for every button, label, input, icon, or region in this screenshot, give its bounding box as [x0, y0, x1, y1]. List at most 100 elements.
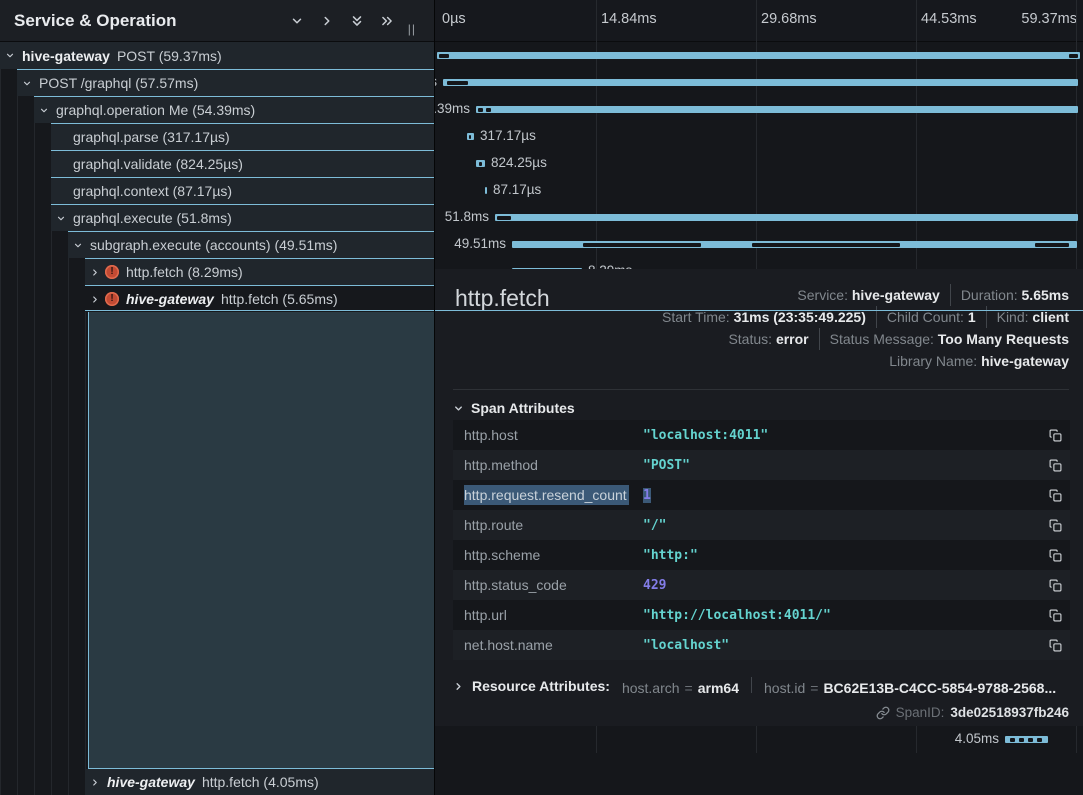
- timeline-row[interactable]: 49.51ms: [435, 231, 1083, 258]
- chevron-down-icon[interactable]: [39, 105, 49, 115]
- span-bar[interactable]: [443, 79, 1078, 86]
- timeline-row[interactable]: [435, 42, 1083, 69]
- overview-field: Service: hive-gateway: [797, 284, 939, 306]
- grid-line: [756, 726, 757, 753]
- tree-row[interactable]: hive-gatewayhttp.fetch (4.05ms): [85, 769, 434, 795]
- axis-tick: 44.53ms: [921, 11, 977, 27]
- span-overview: Service: hive-gatewayDuration: 5.65msSta…: [662, 284, 1069, 372]
- chevron-right-icon[interactable]: [90, 267, 100, 277]
- span-bar[interactable]: [512, 241, 1077, 248]
- expand-all-icon[interactable]: [378, 12, 396, 30]
- span-id-row: SpanID: 3de02518937fb246: [876, 705, 1069, 720]
- column-divider[interactable]: [434, 0, 435, 795]
- indent-guide: [34, 42, 35, 795]
- tree-row[interactable]: graphql.validate (824.25µs): [51, 150, 434, 177]
- operation-name: http.fetch (8.29ms): [126, 264, 243, 280]
- attribute-row: http.status_code429: [453, 570, 1070, 600]
- attribute-row: http.route"/": [453, 510, 1070, 540]
- expander-spacer: [56, 132, 66, 142]
- duration-label: 317.17µs: [480, 128, 536, 143]
- span-bar[interactable]: [476, 160, 485, 167]
- expander-spacer: [56, 159, 66, 169]
- separator: [751, 677, 752, 693]
- axis-tick: 59.37ms: [1021, 11, 1077, 27]
- copy-icon[interactable]: [1040, 519, 1070, 532]
- copy-icon[interactable]: [1040, 579, 1070, 592]
- attribute-value: "/": [643, 518, 1040, 533]
- span-tree: hive-gatewayPOST (59.37ms)POST /graphql …: [0, 42, 434, 795]
- attribute-row: http.url"http://localhost:4011/": [453, 600, 1070, 630]
- overview-field: Status: error: [728, 328, 808, 350]
- chevron-down-icon[interactable]: [73, 240, 83, 250]
- tree-row[interactable]: subgraph.execute (accounts) (49.51ms): [68, 231, 434, 258]
- attribute-key: http.host: [453, 427, 643, 443]
- resource-attributes-row[interactable]: Resource Attributes: host.arch=arm64host…: [453, 673, 1069, 699]
- collapse-one-icon[interactable]: [288, 12, 306, 30]
- timeline-row[interactable]: 317.17µs: [435, 123, 1083, 150]
- span-bar[interactable]: [476, 106, 1078, 113]
- attribute-value: "http:": [643, 548, 1040, 563]
- column-resize-handle[interactable]: ||: [408, 22, 416, 36]
- resource-attributes-pairs: host.arch=arm64host.id=BC62E13B-C4CC-585…: [622, 677, 1056, 696]
- timeline-row[interactable]: 54.39ms: [435, 96, 1083, 123]
- child-span-mark: [1010, 738, 1015, 742]
- chevron-right-icon[interactable]: [90, 294, 100, 304]
- child-span-mark: [497, 216, 511, 220]
- duration-label: 57.57ms: [435, 74, 437, 89]
- timeline-row[interactable]: 57.57ms: [435, 69, 1083, 96]
- tree-row[interactable]: graphql.execute (51.8ms): [51, 204, 434, 231]
- link-icon[interactable]: [876, 706, 890, 720]
- attribute-key: net.host.name: [453, 637, 643, 653]
- duration-label: 824.25µs: [491, 155, 547, 170]
- tree-row[interactable]: graphql.operation Me (54.39ms): [34, 96, 434, 123]
- axis-tick: 14.84ms: [601, 11, 657, 27]
- copy-icon[interactable]: [1040, 609, 1070, 622]
- expand-one-icon[interactable]: [318, 12, 336, 30]
- span-bar[interactable]: [437, 52, 1080, 59]
- timeline-axis: 0µs14.84ms29.68ms44.53ms59.37ms: [435, 0, 1083, 42]
- span-bar[interactable]: [485, 187, 487, 194]
- expander-spacer: [56, 186, 66, 196]
- attribute-row: http.scheme"http:": [453, 540, 1070, 570]
- tree-header-title: Service & Operation: [0, 11, 177, 31]
- chevron-down-icon[interactable]: [22, 78, 32, 88]
- timeline-row[interactable]: 87.17µs: [435, 177, 1083, 204]
- axis-tick: 29.68ms: [761, 11, 817, 27]
- tree-row[interactable]: http.fetch (8.29ms): [85, 258, 434, 285]
- copy-icon[interactable]: [1040, 429, 1070, 442]
- attribute-value: 429: [643, 578, 1040, 593]
- tree-row[interactable]: POST /graphql (57.57ms): [17, 69, 434, 96]
- overview-field: Status Message: Too Many Requests: [819, 328, 1069, 350]
- copy-icon[interactable]: [1040, 459, 1070, 472]
- span-attributes-header[interactable]: Span Attributes: [453, 400, 575, 416]
- trace-viewer: Service & Operation || hive-gatewayPOST …: [0, 0, 1083, 795]
- span-bar[interactable]: [467, 133, 474, 140]
- timeline-row[interactable]: 51.8ms: [435, 204, 1083, 231]
- service-name: hive-gateway: [126, 291, 214, 307]
- indent-guide: [0, 42, 1, 795]
- tree-row[interactable]: graphql.parse (317.17µs): [51, 123, 434, 150]
- tree-row[interactable]: graphql.context (87.17µs): [51, 177, 434, 204]
- tree-row[interactable]: hive-gatewayPOST (59.37ms): [0, 42, 434, 69]
- duration-label: 54.39ms: [435, 101, 470, 116]
- timeline-row[interactable]: 824.25µs: [435, 150, 1083, 177]
- attribute-value: "localhost": [643, 638, 1040, 653]
- attribute-value: "http://localhost:4011/": [643, 608, 1040, 623]
- attribute-row: net.host.name"localhost": [453, 630, 1070, 660]
- chevron-down-icon[interactable]: [56, 213, 66, 223]
- collapse-all-icon[interactable]: [348, 12, 366, 30]
- tree-row-selected[interactable]: hive-gateway http.fetch (5.65ms): [85, 285, 434, 312]
- copy-icon[interactable]: [1040, 489, 1070, 502]
- attribute-key: http.url: [453, 607, 643, 623]
- resource-pair: host.arch=arm64: [622, 680, 739, 696]
- copy-icon[interactable]: [1040, 639, 1070, 652]
- span-id-value: 3de02518937fb246: [950, 705, 1069, 720]
- operation-name: http.fetch (5.65ms): [221, 291, 338, 307]
- chevron-right-icon[interactable]: [90, 777, 100, 787]
- copy-icon[interactable]: [1040, 549, 1070, 562]
- span-bar[interactable]: [1005, 736, 1048, 743]
- grid-line: [1076, 726, 1077, 753]
- span-bar[interactable]: [495, 214, 1078, 221]
- child-span-mark: [752, 243, 900, 247]
- chevron-down-icon[interactable]: [5, 51, 15, 61]
